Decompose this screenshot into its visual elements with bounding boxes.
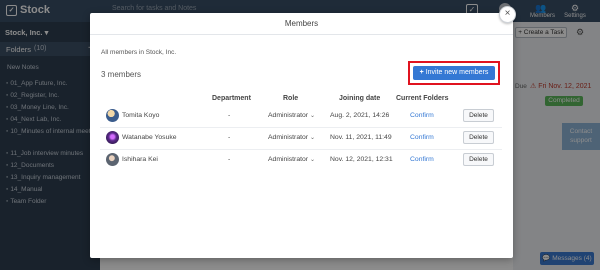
- chevron-down-icon: ⌄: [310, 157, 316, 163]
- member-avatar: [106, 153, 119, 166]
- member-name: Ishihara Kei: [122, 156, 158, 163]
- member-department: -: [228, 134, 231, 141]
- confirm-folders-link[interactable]: Confirm: [410, 134, 434, 141]
- confirm-folders-link[interactable]: Confirm: [410, 156, 434, 163]
- delete-member-button[interactable]: Delete: [463, 153, 494, 166]
- role-select[interactable]: Administrator ⌄: [268, 156, 315, 163]
- chevron-down-icon: ⌄: [310, 135, 316, 141]
- delete-member-button[interactable]: Delete: [463, 131, 494, 144]
- member-name: Tomita Koyo: [122, 112, 160, 119]
- table-row: Ishihara Kei - Administrator ⌄ Nov. 12, 2…: [100, 150, 502, 170]
- member-count: 3 members: [101, 70, 142, 79]
- member-joining-date: Aug. 2, 2021, 14:26: [330, 112, 390, 119]
- member-avatar: [106, 109, 119, 122]
- chevron-down-icon: ⌄: [310, 113, 316, 119]
- column-header-joining-date: Joining date: [339, 95, 381, 102]
- column-header-current-folders: Current Folders: [396, 95, 449, 102]
- member-name: Watanabe Yosuke: [122, 134, 177, 141]
- role-select[interactable]: Administrator ⌄: [268, 112, 315, 119]
- column-header-department: Department: [212, 95, 251, 102]
- delete-member-button[interactable]: Delete: [463, 109, 494, 122]
- close-modal-button[interactable]: ×: [499, 6, 516, 23]
- member-avatar: [106, 131, 119, 144]
- confirm-folders-link[interactable]: Confirm: [410, 112, 434, 119]
- member-joining-date: Nov. 12, 2021, 12:31: [330, 156, 393, 163]
- member-joining-date: Nov. 11, 2021, 11:49: [330, 134, 392, 141]
- member-department: -: [228, 156, 231, 163]
- member-department: -: [228, 112, 231, 119]
- table-row: Tomita Koyo - Administrator ⌄ Aug. 2, 202…: [100, 106, 502, 126]
- modal-title: Members: [90, 13, 513, 35]
- plus-icon: +: [419, 69, 424, 76]
- invite-new-members-button[interactable]: + Invite new members: [413, 66, 495, 80]
- close-icon: ×: [504, 8, 511, 19]
- table-row: Watanabe Yosuke - Administrator ⌄ Nov. 11…: [100, 128, 502, 148]
- modal-subtitle: All members in Stock, Inc.: [101, 49, 177, 56]
- members-modal: Members All members in Stock, Inc. 3 mem…: [90, 13, 513, 258]
- column-header-role: Role: [283, 95, 299, 102]
- role-select[interactable]: Administrator ⌄: [268, 134, 315, 141]
